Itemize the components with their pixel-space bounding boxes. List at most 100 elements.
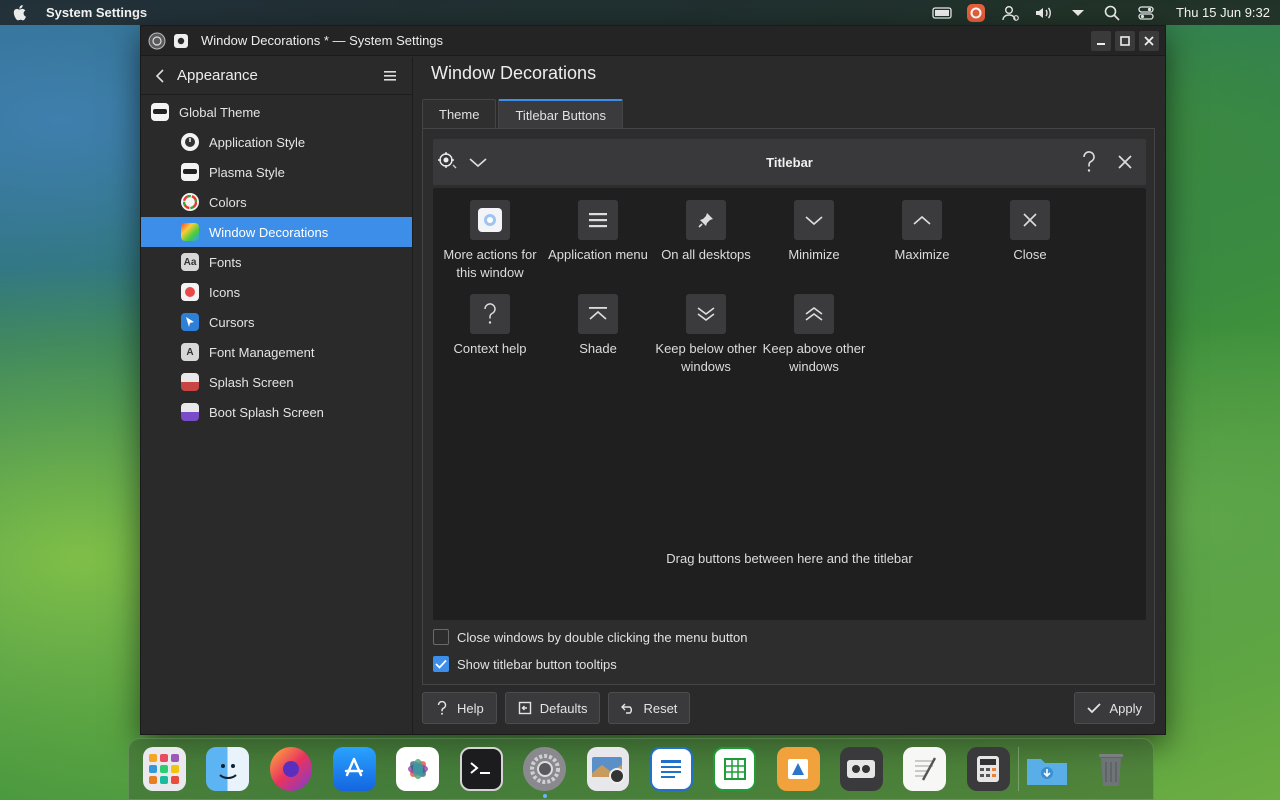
- sidebar-item-label: Boot Splash Screen: [209, 404, 324, 420]
- icons-icon: [181, 283, 199, 301]
- draw-icon[interactable]: [776, 747, 820, 791]
- show-tooltips-checkbox[interactable]: [433, 656, 449, 672]
- application-style-icon: [181, 133, 199, 151]
- sidebar-item-splash-screen[interactable]: Splash Screen: [141, 367, 412, 397]
- minimize-icon[interactable]: [1091, 30, 1111, 51]
- app-menu-name[interactable]: System Settings: [46, 5, 147, 20]
- battery-icon[interactable]: [932, 4, 952, 22]
- pool-item-shade[interactable]: Shade: [544, 294, 652, 376]
- firefox-icon[interactable]: [269, 747, 313, 791]
- footer-buttons: Help Defaults Reset Apply: [422, 692, 1155, 724]
- plasma-style-icon: [181, 163, 199, 181]
- option-show-tooltips[interactable]: Show titlebar button tooltips: [433, 656, 617, 672]
- option-close-double-click[interactable]: Close windows by double clicking the men…: [433, 629, 748, 645]
- minimize-chevron-icon: [794, 200, 834, 240]
- maximize-icon[interactable]: [1115, 30, 1135, 51]
- undo-icon: [621, 701, 635, 715]
- terminal-icon[interactable]: [459, 747, 503, 791]
- reset-button[interactable]: Reset: [608, 692, 691, 724]
- running-indicator: [542, 794, 547, 798]
- sidebar-item-colors[interactable]: Colors: [141, 187, 412, 217]
- page-title: Window Decorations: [431, 63, 597, 83]
- pool-item-on-all-desktops[interactable]: On all desktops: [652, 200, 760, 282]
- system-settings-icon[interactable]: [523, 747, 566, 798]
- shade-icon: [578, 294, 618, 334]
- user-switch-icon[interactable]: [1000, 4, 1020, 22]
- close-double-click-checkbox[interactable]: [433, 629, 449, 645]
- back-arrow-icon[interactable]: [155, 67, 169, 85]
- tape-recorder-icon[interactable]: [840, 747, 883, 791]
- checkmark-icon: [435, 659, 447, 669]
- pool-item-minimize[interactable]: Minimize: [760, 200, 868, 282]
- sidebar-item-fonts[interactable]: Aa Fonts: [141, 247, 412, 277]
- volume-icon[interactable]: [1034, 4, 1054, 22]
- control-center-icon[interactable]: [1136, 4, 1156, 22]
- preview-more-actions-icon[interactable]: [433, 147, 463, 177]
- text-editor-icon[interactable]: [903, 747, 947, 791]
- trash-icon[interactable]: [1090, 747, 1133, 791]
- finder-icon[interactable]: [206, 747, 250, 791]
- calc-icon[interactable]: [713, 747, 757, 791]
- boot-splash-screen-icon: [181, 403, 199, 421]
- writer-icon[interactable]: [649, 747, 693, 791]
- global-theme-icon: [151, 103, 169, 121]
- downloads-folder-icon[interactable]: [1025, 747, 1069, 791]
- sidebar-item-font-management[interactable]: A Font Management: [141, 337, 412, 367]
- pool-item-label: Application menu: [548, 247, 648, 262]
- pool-item-context-help[interactable]: Context help: [436, 294, 544, 376]
- pool-item-label: Minimize: [788, 247, 840, 262]
- app-store-icon[interactable]: [333, 747, 376, 791]
- pool-item-label: Maximize: [894, 247, 950, 262]
- reset-button-label: Reset: [643, 700, 678, 716]
- preview-minimize-icon[interactable]: [463, 147, 493, 177]
- top-menubar: System Settings Thu 15 Jun 9:32: [0, 0, 1280, 25]
- photos-icon[interactable]: [396, 747, 440, 791]
- search-icon[interactable]: [1102, 4, 1122, 22]
- preview-context-help-icon[interactable]: [1074, 147, 1104, 177]
- preview-close-icon[interactable]: [1110, 147, 1140, 177]
- pin-icon: [686, 200, 726, 240]
- sidebar-item-global-theme[interactable]: Global Theme: [141, 97, 412, 127]
- help-button[interactable]: Help: [422, 692, 497, 724]
- notification-app-icon[interactable]: [966, 3, 986, 22]
- defaults-button[interactable]: Defaults: [504, 692, 601, 724]
- hamburger-menu-icon[interactable]: [384, 69, 398, 83]
- titlebar-buttons-panel: Titlebar More actions for this window Ap…: [422, 128, 1155, 685]
- available-buttons-area[interactable]: More actions for this window Application…: [433, 188, 1146, 620]
- apple-logo-icon[interactable]: [12, 4, 30, 22]
- menubar-clock[interactable]: Thu 15 Jun 9:32: [1176, 5, 1270, 20]
- window-titlebar[interactable]: Window Decorations * — System Settings: [141, 26, 1165, 56]
- sidebar-item-label: Icons: [209, 284, 241, 300]
- sidebar-item-cursors[interactable]: Cursors: [141, 307, 412, 337]
- sidebar-item-label: Cursors: [209, 314, 255, 330]
- launchpad-icon[interactable]: [143, 747, 186, 791]
- sidebar-item-label: Colors: [209, 194, 247, 210]
- sidebar-item-icons[interactable]: Icons: [141, 277, 412, 307]
- pool-item-application-menu[interactable]: Application menu: [544, 200, 652, 282]
- window-title: Window Decorations * — System Settings: [201, 33, 444, 48]
- sidebar-item-window-decorations[interactable]: Window Decorations: [141, 217, 412, 247]
- tray-expand-icon[interactable]: [1068, 4, 1088, 22]
- screenshot-icon[interactable]: [586, 747, 630, 791]
- window-menu-icon[interactable]: [171, 31, 191, 51]
- sidebar-item-label: Plasma Style: [209, 164, 285, 180]
- titlebar-preview[interactable]: Titlebar: [433, 139, 1146, 185]
- apply-button[interactable]: Apply: [1074, 692, 1155, 724]
- main-panel: Window Decorations Theme Titlebar Button…: [414, 57, 1165, 734]
- sidebar-item-boot-splash-screen[interactable]: Boot Splash Screen: [141, 397, 412, 427]
- pool-item-label: Keep below other windows: [655, 341, 757, 374]
- more-actions-icon: [470, 200, 510, 240]
- pool-item-keep-below[interactable]: Keep below other windows: [652, 294, 760, 376]
- sidebar-item-plasma-style[interactable]: Plasma Style: [141, 157, 412, 187]
- sidebar-item-label: Fonts: [209, 254, 242, 270]
- close-icon[interactable]: [1139, 30, 1159, 51]
- pool-item-close[interactable]: Close: [976, 200, 1084, 282]
- tab-titlebar-buttons[interactable]: Titlebar Buttons: [498, 99, 624, 129]
- app-window-icon[interactable]: [147, 31, 167, 51]
- sidebar-item-application-style[interactable]: Application Style: [141, 127, 412, 157]
- pool-item-maximize[interactable]: Maximize: [868, 200, 976, 282]
- pool-item-more-actions[interactable]: More actions for this window: [436, 200, 544, 282]
- tab-theme[interactable]: Theme: [422, 99, 497, 129]
- pool-item-keep-above[interactable]: Keep above other windows: [760, 294, 868, 376]
- calculator-icon[interactable]: [966, 747, 1010, 791]
